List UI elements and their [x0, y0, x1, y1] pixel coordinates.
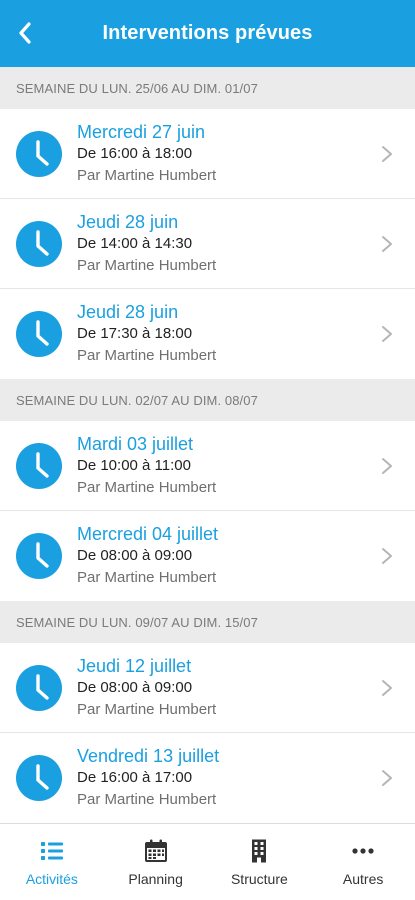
intervention-item[interactable]: Mardi 03 juillet De 10:00 à 11:00 Par Ma…	[0, 421, 415, 511]
intervention-author: Par Martine Humbert	[77, 478, 217, 496]
intervention-author: Par Martine Humbert	[77, 347, 217, 364]
clock-icon	[16, 220, 62, 267]
intervention-date: Mercredi 27 juin	[77, 121, 206, 142]
tab-label: Structure	[230, 871, 288, 887]
intervention-time: De 16:00 à 18:00	[77, 144, 193, 162]
intervention-date: Mercredi 04 juillet	[77, 524, 219, 544]
tab-label: Activités	[25, 871, 78, 887]
intervention-details: Jeudi 12 juillet De 08:00 à 09:00 Par Ma…	[77, 655, 415, 721]
intervention-item[interactable]: Jeudi 12 juillet De 08:00 à 09:00 Par Ma…	[0, 643, 415, 733]
chevron-right-icon	[382, 236, 392, 252]
intervention-details: Mercredi 04 juillet De 08:00 à 09:00 Par…	[77, 523, 415, 589]
intervention-author: Par Martine Humbert	[77, 569, 217, 586]
intervention-details: Jeudi 28 juin De 14:00 à 14:30 Par Marti…	[77, 211, 415, 277]
intervention-date: Mardi 03 juillet	[77, 433, 194, 454]
bottom-tab-bar: Activités Planning Structure Autres	[0, 823, 415, 900]
app-screen: Interventions prévues SEMAINE DU LUN. 25…	[0, 0, 415, 900]
clock-icon	[16, 664, 62, 711]
intervention-item[interactable]: Mercredi 04 juillet De 08:00 à 09:00 Par…	[0, 511, 415, 601]
intervention-author: Par Martine Humbert	[77, 256, 217, 274]
tab-label: Autres	[342, 871, 384, 887]
week-header: SEMAINE DU LUN. 25/06 AU DIM. 01/07	[0, 67, 415, 109]
chevron-right-icon	[382, 770, 392, 786]
intervention-date: Jeudi 28 juin	[77, 302, 179, 322]
intervention-time: De 10:00 à 11:00	[77, 456, 191, 474]
clock-icon	[16, 130, 62, 177]
intervention-time: De 17:30 à 18:00	[77, 325, 193, 342]
tab-label: Planning	[128, 871, 183, 887]
week-header: SEMAINE DU LUN. 02/07 AU DIM. 08/07	[0, 379, 415, 421]
intervention-item[interactable]: Vendredi 13 juillet De 16:00 à 17:00 Par…	[0, 733, 415, 823]
chevron-right-icon	[382, 680, 392, 696]
clock-icon	[16, 442, 62, 489]
calendar-icon	[144, 839, 167, 862]
back-button[interactable]	[10, 18, 40, 48]
intervention-item[interactable]: Jeudi 28 juin De 17:30 à 18:00 Par Marti…	[0, 289, 415, 379]
chevron-right-icon	[382, 458, 392, 474]
tab-planning[interactable]: Planning	[104, 824, 208, 900]
page-title: Interventions prévues	[102, 22, 313, 44]
chevron-right-icon	[382, 146, 392, 162]
intervention-author: Par Martine Humbert	[77, 700, 217, 718]
intervention-item[interactable]: Jeudi 28 juin De 14:00 à 14:30 Par Marti…	[0, 199, 415, 289]
app-header: Interventions prévues	[0, 0, 415, 67]
chevron-right-icon	[382, 326, 392, 342]
intervention-time: De 16:00 à 17:00	[77, 769, 193, 786]
clock-icon	[16, 533, 62, 579]
interventions-list[interactable]: SEMAINE DU LUN. 25/06 AU DIM. 01/07 Merc…	[0, 67, 415, 823]
chevron-left-icon	[19, 22, 31, 44]
intervention-time: De 08:00 à 09:00	[77, 547, 193, 564]
tab-activites[interactable]: Activités	[0, 824, 104, 900]
list-icon	[40, 842, 63, 860]
more-icon	[352, 848, 374, 854]
tab-autres[interactable]: Autres	[311, 824, 415, 900]
intervention-date: Jeudi 28 juin	[77, 211, 179, 232]
intervention-author: Par Martine Humbert	[77, 166, 217, 184]
building-icon	[252, 839, 267, 863]
intervention-date: Vendredi 13 juillet	[77, 746, 220, 766]
clock-icon	[16, 755, 62, 801]
clock-icon	[16, 311, 62, 357]
intervention-date: Jeudi 12 juillet	[77, 655, 192, 676]
intervention-item[interactable]: Mercredi 27 juin De 16:00 à 18:00 Par Ma…	[0, 109, 415, 199]
tab-structure[interactable]: Structure	[208, 824, 312, 900]
intervention-details: Jeudi 28 juin De 17:30 à 18:00 Par Marti…	[77, 301, 415, 367]
intervention-details: Mardi 03 juillet De 10:00 à 11:00 Par Ma…	[77, 433, 415, 499]
chevron-right-icon	[382, 548, 392, 564]
intervention-details: Vendredi 13 juillet De 16:00 à 17:00 Par…	[77, 745, 415, 811]
week-header: SEMAINE DU LUN. 09/07 AU DIM. 15/07	[0, 601, 415, 643]
intervention-time: De 08:00 à 09:00	[77, 678, 193, 696]
intervention-author: Par Martine Humbert	[77, 791, 217, 808]
intervention-details: Mercredi 27 juin De 16:00 à 18:00 Par Ma…	[77, 121, 415, 187]
intervention-time: De 14:00 à 14:30	[77, 234, 193, 252]
